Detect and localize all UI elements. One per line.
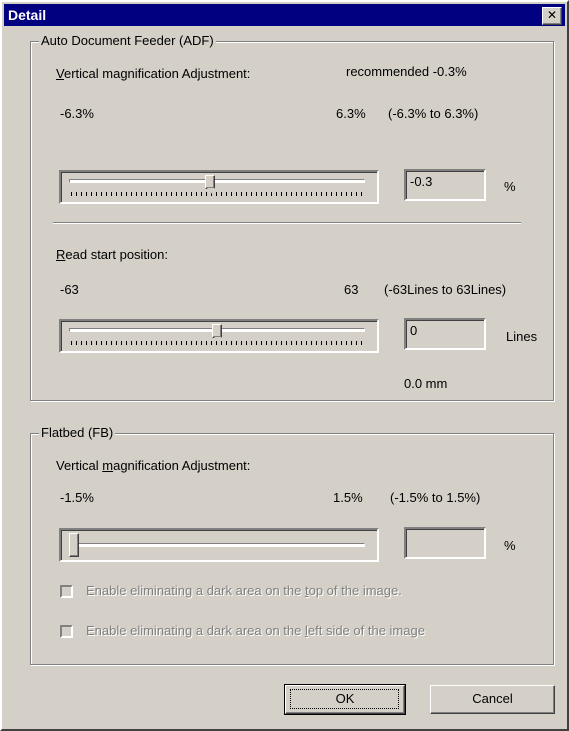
adf-vertical-slider-thumb[interactable]: [205, 175, 216, 194]
adf-vertical-slider-ticks: [71, 192, 363, 196]
fb-vertical-range: (-1.5% to 1.5%): [390, 490, 481, 505]
adf-read-start-label: Read start position:: [56, 247, 168, 262]
adf-separator: [53, 222, 521, 224]
fb-vertical-slider-thumb[interactable]: [69, 533, 79, 557]
adf-read-start-min: -63: [60, 282, 79, 297]
adf-vertical-value-field[interactable]: -0.3: [404, 169, 486, 201]
adf-group: Auto Document Feeder (ADF) Vertical magn…: [30, 33, 554, 401]
adf-read-start-label-text: ead start position:: [65, 247, 169, 262]
fb-vertical-value-field[interactable]: [404, 527, 486, 559]
adf-read-start-max: 63: [344, 282, 359, 297]
adf-group-title: Auto Document Feeder (ADF): [39, 33, 216, 48]
adf-vertical-range: (-6.3% to 6.3%): [388, 106, 479, 121]
fb-group-title: Flatbed (FB): [39, 425, 116, 440]
fb-vertical-label-hotkey: m: [102, 458, 114, 473]
adf-vertical-label-text: ertical magnification Adjustment:: [63, 66, 251, 81]
adf-read-start-slider-thumb[interactable]: [212, 324, 222, 343]
adf-read-start-range: (-63Lines to 63Lines): [384, 282, 507, 297]
adf-vertical-unit: %: [504, 179, 516, 194]
fb-vertical-label-post: agnification Adjustment:: [113, 458, 251, 473]
adf-read-start-mm: 0.0 mm: [404, 376, 448, 391]
close-icon[interactable]: ✕: [542, 7, 562, 25]
fb-eliminate-left-label[interactable]: Enable eliminating a dark area on the le…: [86, 623, 425, 638]
adf-vertical-label-hotkey: V: [56, 66, 64, 81]
fb-eliminate-top-checkbox[interactable]: [60, 585, 73, 598]
fb-eliminate-top-label-post: op of the image.: [308, 583, 402, 598]
adf-read-start-slider[interactable]: [59, 319, 379, 353]
window-title: Detail: [8, 7, 47, 23]
fb-vertical-unit: %: [504, 538, 516, 553]
adf-read-start-label-hotkey: R: [56, 247, 66, 262]
fb-vertical-label: Vertical magnification Adjustment:: [56, 458, 250, 473]
adf-read-start-value-field[interactable]: 0: [404, 318, 486, 350]
detail-dialog: Detail ✕ Auto Document Feeder (ADF) Vert…: [0, 0, 569, 731]
adf-vertical-max: 6.3%: [336, 106, 366, 121]
fb-eliminate-left-label-pre: Enable eliminating a dark area on the: [86, 623, 305, 638]
fb-eliminate-left-label-post: eft side of the image: [307, 623, 425, 638]
fb-vertical-slider[interactable]: [59, 528, 379, 562]
adf-vertical-recommended: recommended -0.3%: [346, 64, 467, 79]
ok-button-focus-rect: [290, 689, 399, 709]
adf-vertical-slider[interactable]: [59, 170, 379, 204]
fb-vertical-label-pre: Vertical: [56, 458, 103, 473]
adf-read-start-unit: Lines: [506, 329, 538, 344]
fb-group: Flatbed (FB) Vertical magnification Adju…: [30, 425, 554, 665]
fb-eliminate-left-checkbox[interactable]: [60, 625, 73, 638]
fb-vertical-min: -1.5%: [60, 490, 94, 505]
fb-vertical-slider-track: [69, 543, 365, 547]
title-bar[interactable]: Detail ✕: [4, 4, 565, 26]
fb-eliminate-top-label[interactable]: Enable eliminating a dark area on the to…: [86, 583, 402, 598]
adf-vertical-min: -6.3%: [60, 106, 94, 121]
cancel-button[interactable]: Cancel: [430, 685, 555, 714]
fb-vertical-max: 1.5%: [333, 490, 363, 505]
fb-eliminate-top-label-pre: Enable eliminating a dark area on the: [86, 583, 305, 598]
adf-vertical-slider-track: [69, 179, 365, 183]
cancel-button-label: Cancel: [472, 691, 513, 706]
adf-vertical-label: Vertical magnification Adjustment:: [56, 66, 250, 81]
ok-button[interactable]: OK: [284, 684, 406, 715]
